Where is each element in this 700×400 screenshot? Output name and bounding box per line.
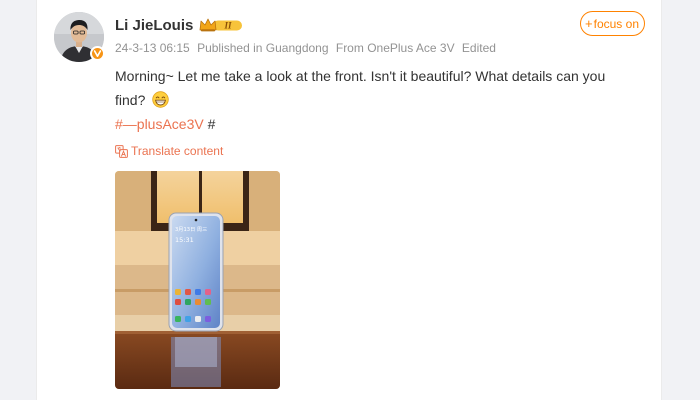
post-body: Morning~ Let me take a look at the front… xyxy=(115,68,606,108)
translate-icon xyxy=(115,144,128,158)
post-meta: 24-3-13 06:15 Published in Guangdong Fro… xyxy=(115,41,500,55)
plus-icon: + xyxy=(585,16,593,31)
post-location: Published in Guangdong xyxy=(197,41,329,55)
username[interactable]: Li JieLouis xyxy=(115,17,193,34)
phone-screen-date: 3月13日 周三 xyxy=(175,226,207,233)
post-timestamp[interactable]: 24-3-13 06:15 xyxy=(115,41,190,55)
grin-emoji-icon xyxy=(152,91,169,115)
hashtag-row: #—plusAce3V # xyxy=(115,114,215,134)
author-row: Li JieLouis II xyxy=(115,15,243,35)
hashtag-closing: # xyxy=(203,116,216,132)
phone-screen-time: 15:31 xyxy=(175,236,194,244)
follow-label: focus on xyxy=(593,16,639,31)
vip-level-text: II xyxy=(224,21,233,31)
translate-link[interactable]: Translate content xyxy=(115,144,223,158)
hashtag-link[interactable]: #—plusAce3V xyxy=(115,116,204,132)
post-source: From OnePlus Ace 3V xyxy=(335,41,455,55)
verified-v-icon xyxy=(90,46,105,61)
post-card: Li JieLouis II 24-3-13 06:15 Published i… xyxy=(36,0,662,400)
edited-label[interactable]: Edited xyxy=(462,41,496,55)
post-text: Morning~ Let me take a look at the front… xyxy=(115,64,635,115)
translate-label: Translate content xyxy=(131,144,224,158)
vip-crown-icon[interactable]: II xyxy=(199,17,243,33)
follow-button[interactable]: + focus on xyxy=(580,11,645,36)
post-photo[interactable]: 3月13日 周三 15:31 xyxy=(115,171,280,389)
